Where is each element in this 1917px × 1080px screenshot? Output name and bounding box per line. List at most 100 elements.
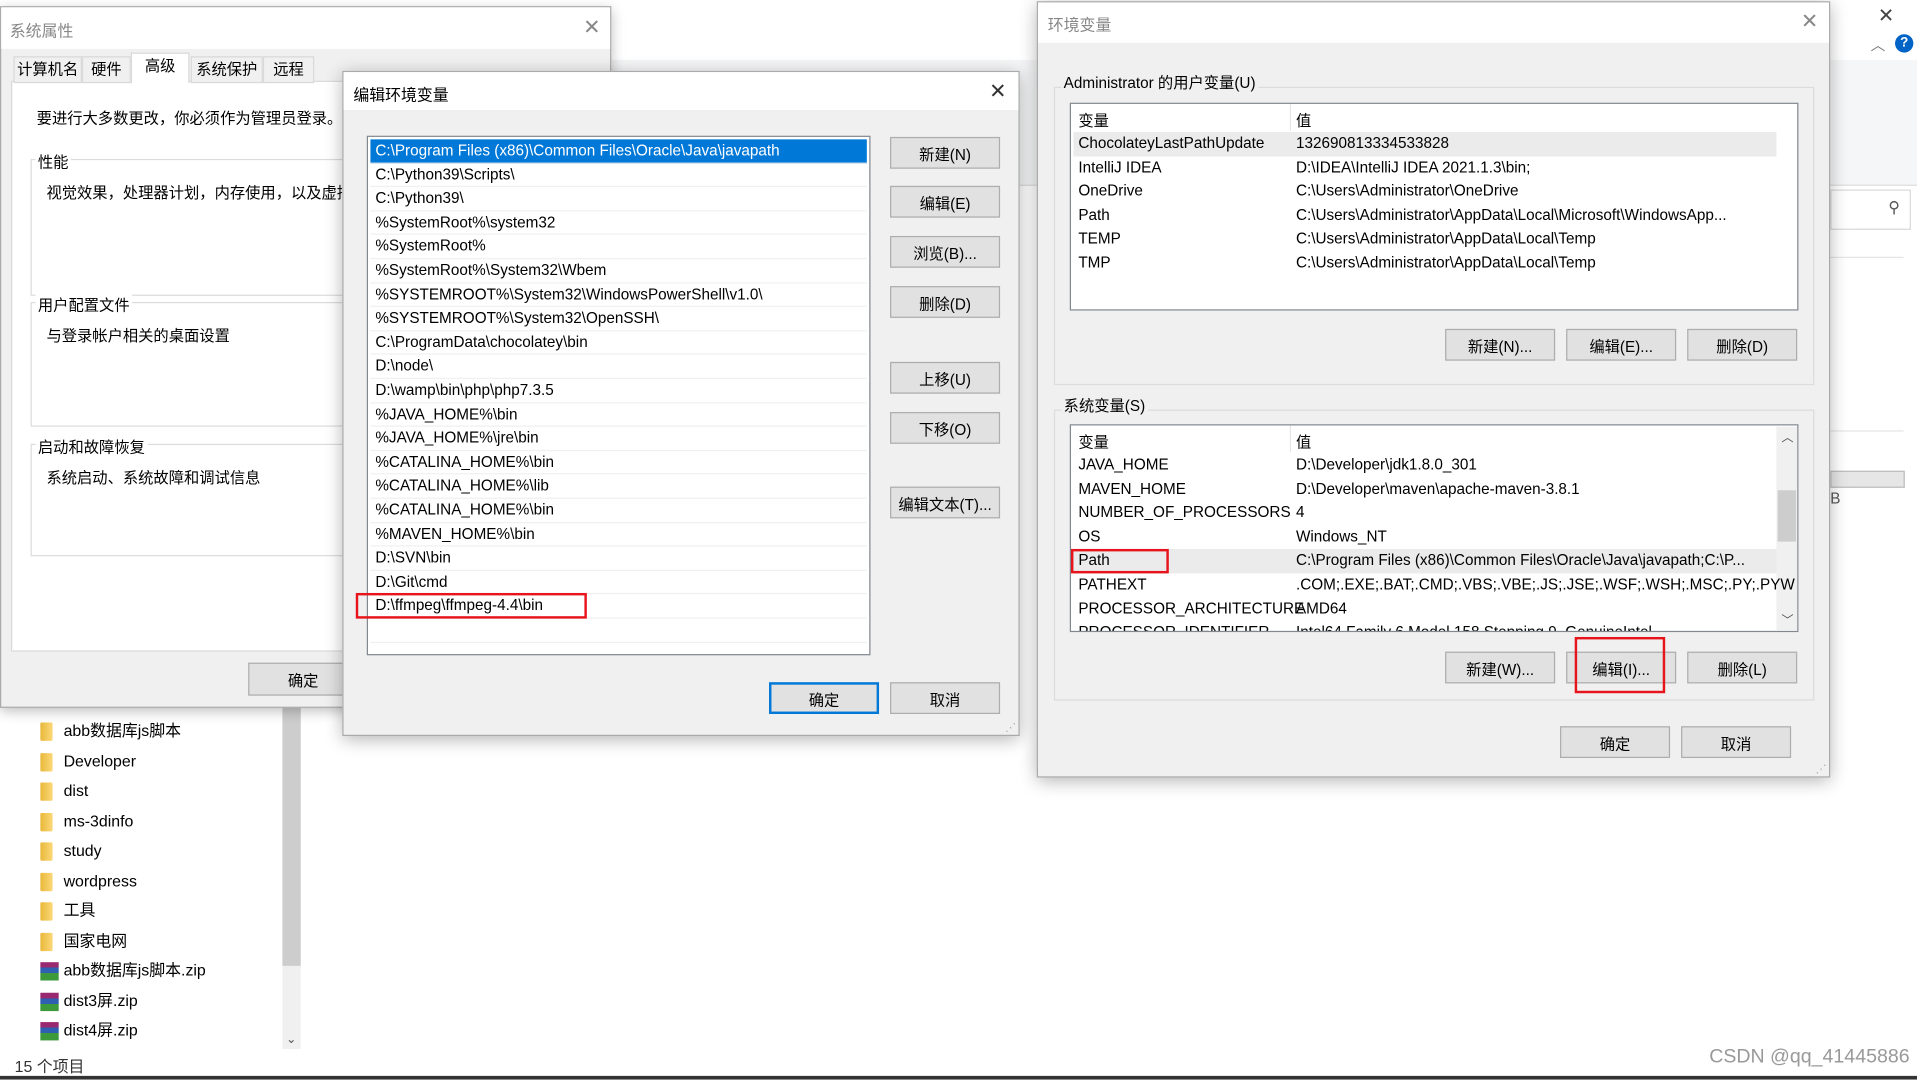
user-variables-list[interactable]: 变量 值 ChocolateyLastPathUpdate 13269081333… [1069, 102, 1799, 311]
cancel-button[interactable]: 取消 [890, 682, 1001, 714]
path-entry[interactable]: %MAVEN_HOME%\bin [370, 523, 867, 547]
help-icon[interactable]: ? [1895, 34, 1914, 53]
path-entry[interactable]: %SystemRoot%\System32\Wbem [370, 259, 867, 284]
variable-row[interactable]: ChocolateyLastPathUpdate 1326908133345338… [1073, 132, 1777, 156]
path-entry[interactable]: C:\Python39\ [370, 187, 867, 212]
system-variables-list[interactable]: 变量 值 ︿ ﹀ JAVA_HOME D:\Developer\jdk1.8.0_… [1069, 424, 1799, 633]
variable-row[interactable]: IntelliJ IDEA D:\IDEA\IntelliJ IDEA 2021.… [1073, 156, 1776, 180]
path-entry[interactable]: %CATALINA_HOME%\bin [370, 451, 867, 475]
zip-archive-icon [40, 962, 59, 981]
dialog-title: 环境变量 [1047, 15, 1112, 35]
file-list-item[interactable]: 国家电网 [40, 929, 127, 953]
file-list-item[interactable]: wordpress [40, 869, 137, 893]
variable-row[interactable]: Path C:\Program Files (x86)\Common Files\… [1073, 549, 1777, 574]
browse-button[interactable]: 浏览(B)... [890, 235, 1001, 268]
path-entry[interactable]: C:\Program Files (x86)\Common Files\Orac… [370, 139, 867, 164]
cancel-button[interactable]: 取消 [1681, 726, 1792, 759]
file-list-item[interactable]: dist [40, 779, 88, 803]
close-icon[interactable]: ✕ [1801, 11, 1818, 32]
scrollbar-thumb[interactable] [1777, 490, 1796, 542]
tab-0[interactable]: 计算机名 [13, 56, 82, 84]
group-label: 启动和故障恢复 [35, 434, 148, 458]
path-entry[interactable]: %SYSTEMROOT%\System32\OpenSSH\ [370, 307, 867, 332]
path-entry[interactable]: %CATALINA_HOME%\lib [370, 475, 867, 499]
column-header-value[interactable]: 值 [1296, 429, 1311, 452]
path-entry[interactable]: D:\Git\cmd [370, 571, 867, 595]
file-list-item[interactable]: 工具 [40, 899, 95, 923]
title-bar: 环境变量 ✕ [1037, 2, 1830, 43]
scrollbar-thumb[interactable] [282, 706, 301, 966]
variable-row[interactable]: OneDrive C:\Users\Administrator\OneDrive [1073, 180, 1776, 204]
variable-value: C:\Users\Administrator\AppData\Local\Tem… [1295, 254, 1596, 272]
ok-button[interactable]: 确定 [1560, 726, 1671, 759]
user-edit-button[interactable]: 编辑(E)... [1566, 328, 1677, 361]
path-entry[interactable]: %JAVA_HOME%\jre\bin [370, 427, 867, 451]
resize-grip-icon[interactable]: ⋰ [1816, 763, 1827, 776]
path-entry[interactable]: %CATALINA_HOME%\bin [370, 499, 867, 523]
edit-text-button[interactable]: 编辑文本(T)... [890, 486, 1001, 519]
file-list-item[interactable]: dist3屏.zip [40, 988, 138, 1012]
zip-archive-icon [40, 1022, 59, 1041]
new-button[interactable]: 新建(N) [890, 136, 1001, 169]
folder-icon [40, 902, 53, 921]
column-header-variable[interactable]: 变量 [1078, 429, 1109, 452]
variable-row[interactable]: PROCESSOR_ARCHITECTURE AMD64 [1073, 597, 1776, 621]
move-down-button[interactable]: 下移(O) [890, 412, 1001, 444]
variable-row[interactable]: Path C:\Users\Administrator\AppData\Local… [1073, 204, 1776, 228]
close-icon[interactable]: ✕ [583, 17, 600, 38]
variable-row[interactable]: NUMBER_OF_PROCESSORS 4 [1073, 501, 1776, 525]
scroll-down-icon[interactable]: ﹀ [1781, 610, 1793, 628]
file-list-item[interactable]: ms-3dinfo [40, 809, 133, 833]
path-entry[interactable]: %JAVA_HOME%\bin [370, 403, 867, 427]
tab-3[interactable]: 系统保护 [190, 56, 263, 84]
tab-1[interactable]: 硬件 [81, 56, 131, 84]
path-entry[interactable]: %SYSTEMROOT%\System32\WindowsPowerShell\… [370, 283, 867, 308]
system-new-button[interactable]: 新建(W)... [1445, 651, 1556, 684]
path-entry[interactable]: D:\wamp\bin\php\php7.3.5 [370, 379, 867, 403]
explorer-close-icon[interactable]: ✕ [1878, 4, 1894, 28]
path-entry[interactable] [370, 619, 867, 643]
tab-2[interactable]: 高级 [130, 52, 190, 84]
scroll-down-icon[interactable]: ⌄ [286, 1033, 296, 1046]
ribbon-collapse-icon[interactable]: ︿ [1871, 34, 1886, 55]
list-header: 变量 值 [1071, 425, 1776, 453]
explorer-search-box[interactable]: ⚲ [1830, 189, 1911, 230]
user-delete-button[interactable]: 删除(D) [1687, 328, 1798, 361]
system-list-scrollbar[interactable]: ︿ ﹀ [1776, 426, 1798, 631]
tab-4[interactable]: 远程 [262, 56, 315, 84]
variable-name: IntelliJ IDEA [1078, 158, 1162, 176]
path-entry[interactable]: %SystemRoot% [370, 235, 867, 260]
variable-row[interactable]: TEMP C:\Users\Administrator\AppData\Local… [1073, 228, 1776, 252]
variable-row[interactable]: TMP C:\Users\Administrator\AppData\Local\… [1073, 252, 1776, 276]
system-delete-button[interactable]: 删除(L) [1687, 651, 1798, 684]
variable-row[interactable]: MAVEN_HOME D:\Developer\maven\apache-mave… [1073, 478, 1776, 502]
scroll-up-icon[interactable]: ︿ [1781, 427, 1793, 445]
file-list-item[interactable]: abb数据库js脚本.zip [40, 959, 206, 983]
move-up-button[interactable]: 上移(U) [890, 361, 1001, 394]
user-new-button[interactable]: 新建(N)... [1445, 328, 1556, 361]
variable-row[interactable]: PATHEXT .COM;.EXE;.BAT;.CMD;.VBS;.VBE;.JS… [1073, 573, 1795, 597]
resize-grip-icon[interactable]: ⋰ [1005, 721, 1016, 734]
column-header-variable[interactable]: 变量 [1078, 108, 1109, 131]
edit-button[interactable]: 编辑(E) [890, 185, 1001, 218]
close-icon[interactable]: ✕ [989, 81, 1006, 102]
file-list-item[interactable]: dist4屏.zip [40, 1018, 138, 1042]
explorer-scrollbar[interactable]: ⌄ [282, 706, 301, 1049]
file-list-item[interactable]: abb数据库js脚本 [40, 719, 181, 743]
variable-value: C:\Users\Administrator\AppData\Local\Tem… [1295, 230, 1596, 248]
column-header-value[interactable]: 值 [1296, 108, 1311, 131]
partial-text: B [1830, 490, 1841, 508]
delete-button[interactable]: 删除(D) [890, 286, 1001, 318]
variable-row[interactable]: OS Windows_NT [1073, 525, 1776, 549]
path-entry[interactable]: D:\SVN\bin [370, 547, 867, 571]
file-list-item[interactable]: study [40, 839, 102, 863]
path-entry[interactable]: C:\ProgramData\chocolatey\bin [370, 331, 867, 356]
path-entries-list[interactable]: C:\Program Files (x86)\Common Files\Orac… [366, 135, 871, 656]
variable-row[interactable]: JAVA_HOME D:\Developer\jdk1.8.0_301 [1073, 454, 1776, 478]
ok-button[interactable]: 确定 [769, 682, 880, 714]
path-entry[interactable]: C:\Python39\Scripts\ [370, 163, 867, 188]
file-list-item[interactable]: Developer [40, 749, 136, 773]
path-entry[interactable]: %SystemRoot%\system32 [370, 211, 867, 236]
path-entry[interactable]: D:\node\ [370, 355, 867, 379]
variable-row[interactable]: PROCESSOR_IDENTIFIER Intel64 Family 6 Mod… [1073, 621, 1776, 631]
